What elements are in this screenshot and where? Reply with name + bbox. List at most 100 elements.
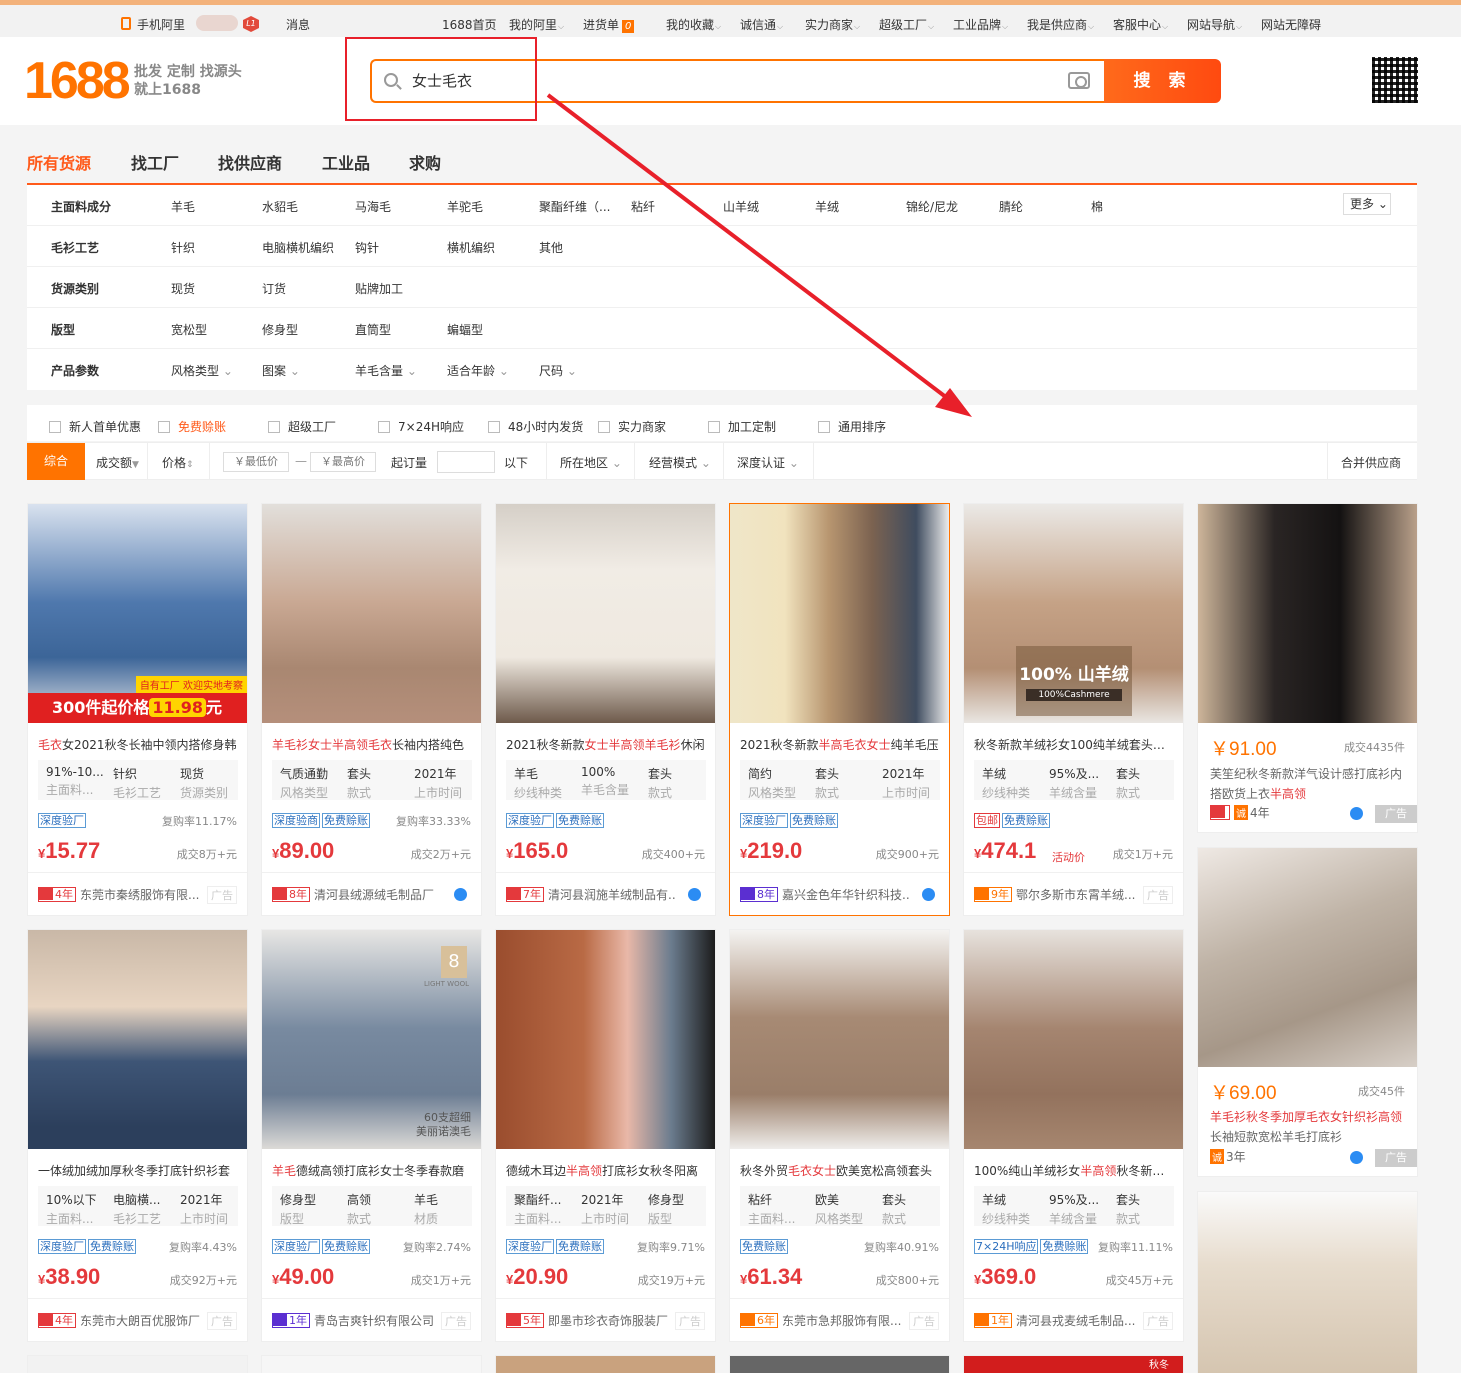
product-image[interactable] [262, 1356, 481, 1373]
filter-dropdown[interactable]: 适合年龄 ⌄ [447, 362, 509, 379]
nav-my-alibaba[interactable]: 我的阿里 [509, 16, 564, 33]
filter-dropdown[interactable]: 羊毛含量 ⌄ [355, 362, 417, 379]
filter-dropdown[interactable]: 图案 ⌄ [262, 362, 300, 379]
product-image[interactable]: 秋冬 [964, 1356, 1183, 1373]
min-price-input[interactable]: ￥最低价 [223, 452, 289, 472]
product-card[interactable]: 100%纯山羊绒衫女半高领秋冬新抽条 羊绒 纱线种类 95%及... 羊绒含量 套头… [963, 929, 1184, 1342]
product-image[interactable] [964, 930, 1183, 1149]
nav-accessibility[interactable]: 网站无障碍 [1261, 16, 1321, 33]
product-card[interactable]: 一体绒加绒加厚秋冬季打底针织衫套 10%以下 主面料... 电脑横... 毛衫工艺 … [27, 929, 248, 1342]
filter-option[interactable]: 羊毛 [171, 198, 195, 215]
ad-card[interactable]: ￥69.00 成交45件 羊毛衫秋冬季加厚毛衣女针织衫高领 长袖短款宽松羊毛打底衫… [1197, 847, 1418, 1177]
filter-dropdown[interactable]: 尺码 ⌄ [539, 362, 577, 379]
certification-dropdown[interactable]: 深度认证 ⌄ [737, 454, 799, 471]
checkbox-custom[interactable]: 加工定制 [708, 418, 776, 435]
filter-option[interactable]: 羊驼毛 [447, 198, 483, 215]
product-card[interactable]: 自有工厂 欢迎实地考察 300件起价格 11.98 元 毛衣女2021秋冬长袖中领内… [27, 503, 248, 916]
tab-purchase-request[interactable]: 求购 [409, 150, 441, 174]
product-card[interactable] [495, 1355, 716, 1373]
checkbox-7x24[interactable]: 7×24H响应 [378, 418, 464, 435]
product-image[interactable] [730, 1356, 949, 1373]
filter-option[interactable]: 聚酯纤维（... [539, 198, 610, 215]
product-card[interactable]: 秋冬外贸毛衣女士欧美宽松高领套头 粘纤 主面料... 欧美 风格类型 套头 款式 免费… [729, 929, 950, 1342]
moq-input[interactable] [437, 451, 495, 473]
checkbox-general-sort[interactable]: 通用排序 [818, 418, 886, 435]
nav-power-merchant[interactable]: 实力商家 [805, 16, 860, 33]
filter-option[interactable]: 针织 [171, 239, 195, 256]
product-image[interactable] [730, 930, 949, 1149]
seller-info[interactable]: 4年 东莞市大朗百优服饰厂 [38, 1312, 208, 1329]
product-title[interactable]: 一体绒加绒加厚秋冬季打底针织衫套 [38, 1162, 238, 1179]
filter-option[interactable]: 其他 [539, 239, 563, 256]
filter-option[interactable]: 马海毛 [355, 198, 391, 215]
checkbox-new-user[interactable]: 新人首单优惠 [49, 418, 141, 435]
ad-title[interactable]: 羊毛衫秋冬季加厚毛衣女针织衫高领 长袖短款宽松羊毛打底衫 [1210, 1107, 1406, 1147]
filter-option[interactable]: 现货 [171, 280, 195, 297]
nav-industrial-brand[interactable]: 工业品牌 [953, 16, 1008, 33]
product-image[interactable] [496, 1356, 715, 1373]
product-title[interactable]: 2021秋冬新款女士半高领羊毛衫休闲 [506, 736, 706, 753]
checkbox-power-merchant[interactable]: 实力商家 [598, 418, 666, 435]
product-image[interactable] [28, 930, 247, 1149]
product-card[interactable]: 8 LIGHT WOOL 60支超细 美丽诺澳毛 羊毛德绒高领打底衫女士冬季春款磨… [261, 929, 482, 1342]
product-title[interactable]: 羊毛德绒高领打底衫女士冬季春款磨 [272, 1162, 472, 1179]
filter-option[interactable]: 钩针 [355, 239, 379, 256]
nav-i-am-supplier[interactable]: 我是供应商 [1027, 16, 1094, 33]
filter-option[interactable]: 粘纤 [631, 198, 655, 215]
sort-by-price[interactable]: 价格⇕ [162, 454, 194, 471]
product-image[interactable]: 8 LIGHT WOOL 60支超细 美丽诺澳毛 [262, 930, 481, 1149]
product-card[interactable] [261, 1355, 482, 1373]
filter-option[interactable]: 直筒型 [355, 321, 391, 338]
ad-title[interactable]: 芙笙纪秋冬新款洋气设计感打底衫内搭欧货上衣半高领 [1210, 764, 1406, 804]
product-title[interactable]: 100%纯山羊绒衫女半高领秋冬新抽条 [974, 1162, 1174, 1179]
product-image[interactable] [496, 504, 715, 723]
nav-cart[interactable]: 进货单 0 [583, 16, 635, 33]
filter-option[interactable]: 锦纶/尼龙 [906, 198, 958, 215]
ad-card[interactable]: ￥91.00 成交4435件 芙笙纪秋冬新款洋气设计感打底衫内搭欧货上衣半高领 … [1197, 503, 1418, 833]
product-card[interactable]: 羊毛衫女士半高领毛衣长袖内搭纯色 气质通勤 风格类型 套头 款式 2021年 上市时间… [261, 503, 482, 916]
nav-favorites[interactable]: 我的收藏 [666, 16, 721, 33]
tab-find-supplier[interactable]: 找供应商 [218, 150, 282, 174]
filter-dropdown[interactable]: 风格类型 ⌄ [171, 362, 233, 379]
checkbox-box[interactable] [158, 421, 170, 433]
sort-by-volume[interactable]: 成交额▼ [96, 454, 139, 471]
checkbox-free-credit[interactable]: 免费赊账 [158, 418, 226, 435]
product-image[interactable] [1198, 848, 1417, 1067]
filter-option[interactable]: 修身型 [262, 321, 298, 338]
product-title[interactable]: 羊毛衫女士半高领毛衣长袖内搭纯色 [272, 736, 472, 753]
product-card[interactable]: 秋冬 [963, 1355, 1184, 1373]
product-card[interactable]: 100% 山羊绒 100%Cashmere 秋冬新款羊绒衫女100纯羊绒套头堆堆… [963, 503, 1184, 916]
product-title[interactable]: 毛衣女2021秋冬长袖中领内搭修身韩 [38, 736, 238, 753]
seller-info[interactable]: 9年 鄂尔多斯市东霄羊绒... [974, 886, 1144, 903]
filter-option[interactable]: 山羊绒 [723, 198, 759, 215]
seller-info[interactable]: 7年 清河县润施羊绒制品有... [506, 886, 676, 903]
filter-option[interactable]: 贴牌加工 [355, 280, 403, 297]
tab-find-factory[interactable]: 找工厂 [131, 150, 179, 174]
checkbox-box[interactable] [49, 421, 61, 433]
checkbox-box[interactable] [378, 421, 390, 433]
product-image[interactable] [496, 930, 715, 1149]
product-card[interactable]: 2021秋冬新款半高毛衣女士纯羊毛压 简约 风格类型 套头 款式 2021年 上市时间… [729, 503, 950, 916]
messages-link[interactable]: 消息 [286, 16, 310, 33]
seller-info[interactable]: 4年 东莞市秦绣服饰有限... [38, 886, 208, 903]
nav-customer-service[interactable]: 客服中心 [1113, 16, 1168, 33]
seller-info[interactable]: 5年 即墨市珍衣奇饰服装厂 [506, 1312, 676, 1329]
seller-info[interactable]: 1年 青岛吉爽针织有限公司 [272, 1312, 442, 1329]
merge-suppliers-button[interactable]: 合并供应商 [1341, 454, 1401, 471]
checkbox-super-factory[interactable]: 超级工厂 [268, 418, 336, 435]
max-price-input[interactable]: ￥最高价 [310, 452, 376, 472]
product-image[interactable]: 100% 山羊绒 100%Cashmere [964, 504, 1183, 723]
product-image[interactable] [1198, 1192, 1417, 1373]
nav-chengxintong[interactable]: 诚信通 [740, 16, 783, 33]
filter-option[interactable]: 蝙蝠型 [447, 321, 483, 338]
ad-card[interactable] [1197, 1191, 1418, 1373]
checkbox-box[interactable] [708, 421, 720, 433]
filter-option[interactable]: 羊绒 [815, 198, 839, 215]
tab-industrial[interactable]: 工业品 [322, 150, 370, 174]
product-card[interactable]: 2021秋冬新款女士半高领羊毛衫休闲 羊毛 纱线种类 100% 羊毛含量 套头 款式 … [495, 503, 716, 916]
filter-option[interactable]: 订货 [262, 280, 286, 297]
camera-icon[interactable] [1068, 72, 1090, 89]
seller-info[interactable]: 6年 东莞市急邦服饰有限... [740, 1312, 910, 1329]
filter-option[interactable]: 棉 [1091, 198, 1103, 215]
filter-option[interactable]: 宽松型 [171, 321, 207, 338]
